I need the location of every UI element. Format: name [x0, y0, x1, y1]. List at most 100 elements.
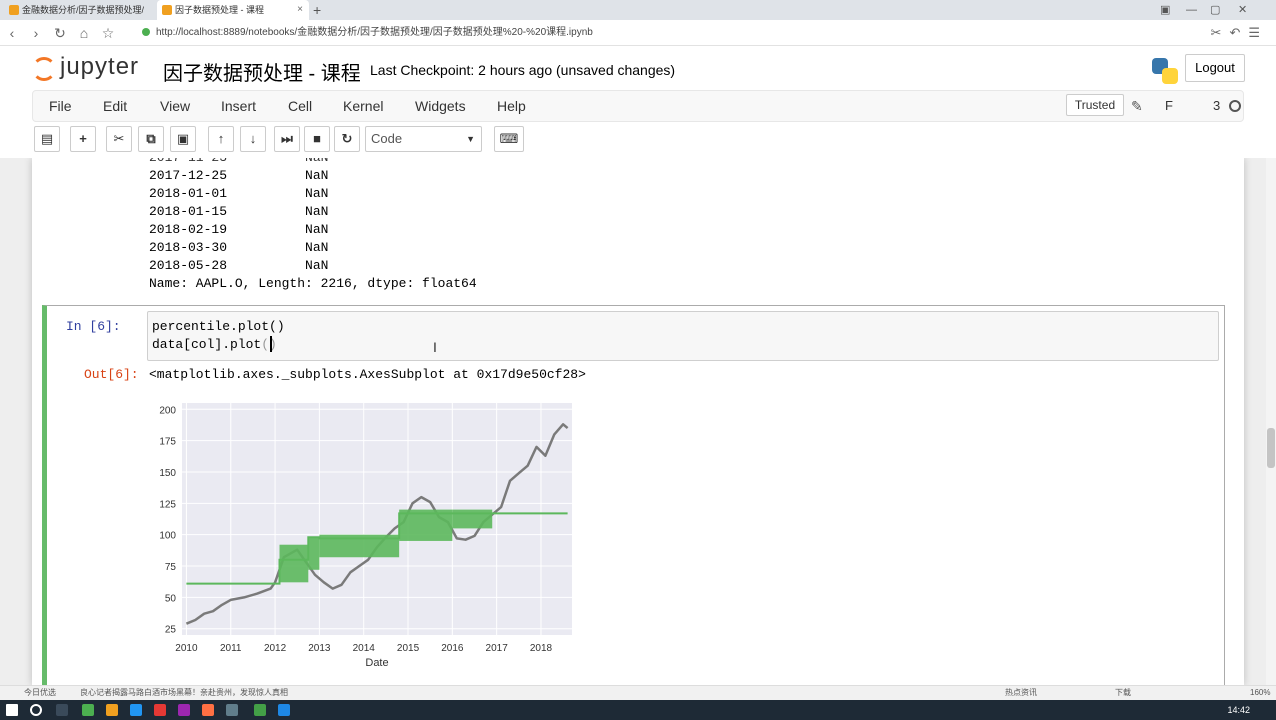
output-prompt: Out[6]: — [84, 367, 139, 382]
browser-tab-active[interactable]: 因子数据预处理 - 课程 × — [157, 0, 309, 20]
notebook-title[interactable]: 因子数据预处理 - 课程 — [163, 57, 361, 86]
app-icon[interactable] — [154, 704, 166, 716]
tab-favicon-icon — [9, 5, 19, 15]
x-tick-label: 2017 — [486, 643, 509, 654]
jupyter-logo-text: jupyter — [60, 53, 140, 80]
home-icon[interactable]: ⌂ — [74, 23, 94, 43]
y-tick-label: 75 — [165, 562, 177, 573]
notebook-page: 2017-11-23 NaN 2017-12-25 NaN 2018-01-01… — [32, 158, 1244, 685]
restart-kernel-icon[interactable]: ↻ — [334, 126, 360, 152]
python-logo-icon — [1152, 58, 1178, 84]
interrupt-kernel-icon[interactable]: ■ — [304, 126, 330, 152]
menu-cell[interactable]: Cell — [288, 91, 312, 121]
code-text: percentile.plot() data[col].plot() — [152, 318, 285, 354]
start-menu-icon[interactable] — [6, 704, 18, 716]
tab-menu-icon[interactable]: ▣ — [1160, 0, 1170, 20]
code-line-2: data[col].plot — [152, 337, 262, 352]
status-zoom[interactable]: 160% — [1250, 686, 1270, 700]
checkpoint-status: Last Checkpoint: 2 hours ago (unsaved ch… — [370, 62, 676, 78]
x-axis-label: Date — [365, 657, 388, 669]
minimize-icon[interactable]: — — [1186, 0, 1197, 20]
app-icon[interactable] — [202, 704, 214, 716]
output-line: 2018-03-30 NaN — [149, 240, 329, 255]
app-icon[interactable] — [254, 704, 266, 716]
run-cell-icon[interactable]: ⏭ — [274, 126, 300, 152]
app-icon[interactable] — [82, 704, 94, 716]
scrollbar-thumb[interactable] — [1267, 428, 1275, 468]
line-chart: 25 50 75 100 125 150 175 200 2010 2011 2012 2013 201… — [159, 403, 572, 669]
menu-widgets[interactable]: Widgets — [415, 91, 466, 121]
jupyter-header: jupyter 因子数据预处理 - 课程 Last Checkpoint: 2 … — [0, 46, 1276, 90]
paste-cells-icon[interactable]: ▣ — [170, 126, 196, 152]
percentile-band — [452, 509, 493, 529]
jupyter-logo[interactable]: jupyter — [32, 53, 152, 83]
menu-help[interactable]: Help — [497, 91, 526, 121]
status-hot-news[interactable]: 热点资讯 — [1005, 686, 1037, 700]
kernel-idle-indicator-icon — [1229, 100, 1241, 112]
menu-view[interactable]: View — [160, 91, 190, 121]
menu-file[interactable]: File — [49, 91, 72, 121]
taskbar-clock: 14:42 — [1227, 705, 1250, 715]
x-tick-label: 2016 — [441, 643, 464, 654]
app-icon[interactable] — [178, 704, 190, 716]
cell-type-select[interactable]: Code ▼ — [365, 126, 482, 152]
jupyter-ring-icon — [32, 57, 56, 81]
menu-kernel[interactable]: Kernel — [343, 91, 383, 121]
output-line: 2018-02-19 NaN — [149, 222, 329, 237]
app-icon[interactable] — [226, 704, 238, 716]
search-icon[interactable] — [30, 704, 42, 716]
insert-cell-below-icon[interactable]: + — [70, 126, 96, 152]
save-icon[interactable]: ▤ — [34, 126, 60, 152]
code-line-1: percentile.plot() — [152, 319, 285, 334]
status-downloads[interactable]: 下载 — [1115, 686, 1131, 700]
menu-insert[interactable]: Insert — [221, 91, 256, 121]
tab-favicon-icon — [162, 5, 172, 15]
app-icon[interactable] — [106, 704, 118, 716]
command-palette-keyboard-icon[interactable]: ⌨ — [494, 126, 524, 152]
edit-mode-pencil-icon: ✎ — [1131, 98, 1143, 114]
page-scrollbar[interactable] — [1266, 158, 1276, 685]
input-prompt: In [6]: — [66, 319, 121, 334]
back-icon[interactable]: ‹ — [2, 23, 22, 43]
y-tick-label: 200 — [159, 405, 176, 416]
os-taskbar: 14:42 — [0, 700, 1276, 720]
x-tick-label: 2014 — [353, 643, 376, 654]
logout-button[interactable]: Logout — [1185, 54, 1245, 82]
output-line: Name: AAPL.O, Length: 2216, dtype: float… — [149, 276, 477, 291]
new-tab-button[interactable]: + — [313, 0, 321, 20]
close-window-icon[interactable]: ✕ — [1238, 0, 1247, 20]
trusted-indicator[interactable]: Trusted — [1066, 94, 1124, 116]
x-tick-label: 2013 — [308, 643, 331, 654]
percentile-band — [279, 544, 309, 583]
percentile-band — [319, 534, 400, 558]
copy-cells-icon[interactable]: ⧉ — [138, 126, 164, 152]
task-view-icon[interactable] — [56, 704, 68, 716]
tab-label: 因子数据预处理 - 课程 — [175, 5, 264, 15]
code-editor[interactable]: percentile.plot() data[col].plot() I — [147, 311, 1219, 361]
reload-icon[interactable]: ↻ — [50, 23, 70, 43]
status-left[interactable]: 今日优选 — [24, 686, 56, 700]
chevron-down-icon: ▼ — [466, 134, 475, 144]
move-cell-up-icon[interactable]: ↑ — [208, 126, 234, 152]
notebook-toolbar: ▤ + ✂ ⧉ ▣ ↑ ↓ ⏭ ■ ↻ Code ▼ ⌨ — [32, 126, 1244, 156]
browser-tools[interactable]: ✂↶☰ — [1211, 23, 1268, 43]
clipped-output-line: 2017-11-23 NaN — [149, 158, 328, 167]
kernel-version: 3 — [1213, 98, 1221, 113]
x-tick-label: 2012 — [264, 643, 287, 654]
kernel-name[interactable]: F — [1165, 95, 1173, 117]
app-icon[interactable] — [130, 704, 142, 716]
app-icon[interactable] — [278, 704, 290, 716]
cut-cells-icon[interactable]: ✂ — [106, 126, 132, 152]
mouse-ibeam-icon: I — [433, 339, 437, 355]
url-field[interactable]: http://localhost:8889/notebooks/金融数据分析/因… — [142, 24, 593, 42]
status-news[interactable]: 良心记者揭露马路白酒市场黑幕！亲赴贵州，发现惊人真相 — [80, 686, 288, 700]
maximize-icon[interactable]: ▢ — [1210, 0, 1220, 20]
forward-icon[interactable]: › — [26, 23, 46, 43]
browser-tab[interactable]: 金融数据分析/因子数据预处理/ — [4, 0, 154, 20]
menu-edit[interactable]: Edit — [103, 91, 127, 121]
browser-tab-bar: 金融数据分析/因子数据预处理/ 因子数据预处理 - 课程 × + ▣ — ▢ ✕ — [0, 0, 1276, 20]
bookmark-star-icon[interactable]: ☆ — [98, 23, 118, 43]
move-cell-down-icon[interactable]: ↓ — [240, 126, 266, 152]
y-tick-label: 150 — [159, 468, 176, 479]
tab-close-icon[interactable]: × — [297, 0, 303, 20]
